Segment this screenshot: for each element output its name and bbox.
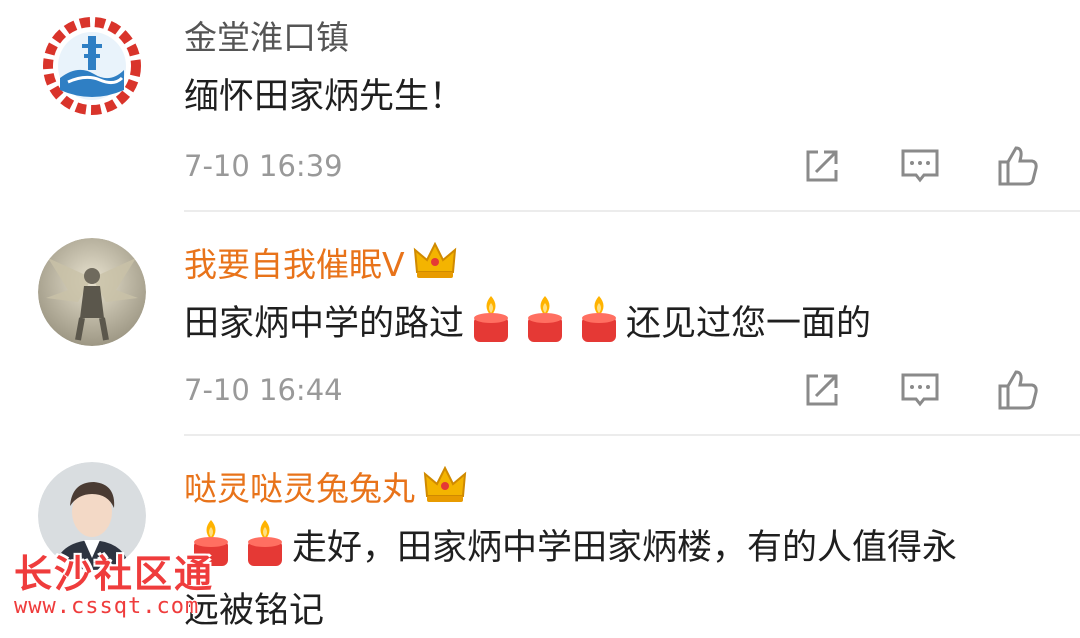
watermark-title: 长沙社区通 xyxy=(14,552,215,596)
comment-text: 田家炳中学的路过 还见过您一面的 xyxy=(184,294,1054,360)
crown-icon xyxy=(413,241,457,289)
username[interactable]: 我要自我催眠V xyxy=(184,241,457,289)
username-text: 哒灵哒灵兔兔丸 xyxy=(184,469,415,508)
comment-text-part: 缅怀田家炳先生！ xyxy=(184,77,465,117)
thumbs-up-icon[interactable] xyxy=(996,144,1040,188)
comment-icon[interactable] xyxy=(898,368,942,412)
timestamp: 7-10 16:39 xyxy=(184,149,343,183)
comment-text: 缅怀田家炳先生！ xyxy=(184,70,1054,124)
candle-emoji xyxy=(242,518,288,584)
watermark: 长沙社区通 www.cssqt.com xyxy=(14,554,214,620)
avatar[interactable]: V xyxy=(38,12,146,120)
comment-text-part: 还见过您一面的 xyxy=(626,304,872,344)
comment-text-part: 走好，田家炳中学田家炳楼，有的人值得永 xyxy=(292,528,958,568)
candle-emoji xyxy=(576,294,622,360)
username[interactable]: 哒灵哒灵兔兔丸 xyxy=(184,465,467,513)
comment-text-part: 田家炳中学的路过 xyxy=(184,304,465,344)
avatar[interactable] xyxy=(38,238,146,346)
share-icon[interactable] xyxy=(800,144,844,188)
candle-emoji xyxy=(522,294,568,360)
thumbs-up-icon[interactable] xyxy=(996,368,1040,412)
comment-text: 走好，田家炳中学田家炳楼，有的人值得永 远被铭记 xyxy=(184,518,1054,638)
watermark-url: www.cssqt.com xyxy=(14,594,200,619)
username-text: 我要自我催眠V xyxy=(184,245,405,284)
candle-emoji xyxy=(468,294,514,360)
comment-icon[interactable] xyxy=(898,144,942,188)
crown-icon xyxy=(423,465,467,513)
share-icon[interactable] xyxy=(800,368,844,412)
username[interactable]: 金堂淮口镇 xyxy=(184,18,349,58)
timestamp: 7-10 16:44 xyxy=(184,373,343,407)
divider xyxy=(184,434,1080,436)
divider xyxy=(184,210,1080,212)
